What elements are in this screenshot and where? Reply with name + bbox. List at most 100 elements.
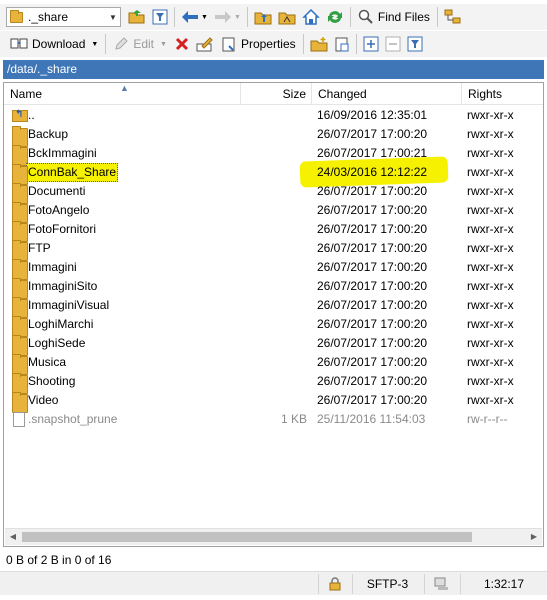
path-combo[interactable]: ._share ▼ xyxy=(6,7,121,27)
forward-icon xyxy=(214,11,231,23)
column-header-size[interactable]: Size xyxy=(241,83,312,105)
selection-summary: 0 B of 2 B in 0 of 16 xyxy=(6,553,112,567)
column-header-changed[interactable]: Changed xyxy=(312,83,462,105)
file-row[interactable]: ImmaginiVisual 26/07/2017 17:00:20 rwxr-xr… xyxy=(4,296,543,318)
file-name: .snapshot_prune xyxy=(28,412,118,426)
file-rights: rwxr-xr-x xyxy=(467,336,514,350)
file-name: Immagini xyxy=(28,260,77,274)
file-row[interactable]: ConnBak_Share 24/03/2016 12:12:22 rwxr-xr-… xyxy=(4,156,543,188)
properties-button[interactable]: Properties xyxy=(217,33,300,55)
file-changed: 26/07/2017 17:00:20 xyxy=(317,355,428,369)
file-row[interactable]: Musica 26/07/2017 17:00:20 rwxr-xr-x xyxy=(4,353,543,375)
file-changed: 26/07/2017 17:00:20 xyxy=(317,222,428,236)
home-directory-button[interactable] xyxy=(299,6,323,28)
refresh-icon xyxy=(327,11,342,23)
root-directory-button[interactable] xyxy=(275,6,299,28)
scrollbar-thumb[interactable] xyxy=(22,532,472,542)
file-changed: 26/07/2017 17:00:20 xyxy=(317,184,428,198)
back-button[interactable]: ▼ xyxy=(178,6,211,28)
file-row[interactable]: Backup 26/07/2017 17:00:20 rwxr-xr-x xyxy=(4,125,543,147)
edit-button[interactable]: Edit ▼ xyxy=(109,33,171,55)
file-row[interactable]: FotoAngelo 26/07/2017 17:00:20 rwxr-xr-x xyxy=(4,201,543,223)
column-header-rights[interactable]: Rights xyxy=(462,83,543,105)
file-changed: 26/07/2017 17:00:20 xyxy=(317,374,428,388)
scroll-right-icon[interactable]: ▶ xyxy=(526,529,542,545)
back-dropdown-icon[interactable]: ▼ xyxy=(201,14,208,21)
file-actions-toolbar: Download ▼ Edit ▼ Properties xyxy=(0,31,547,57)
shortcut-button[interactable] xyxy=(331,33,353,55)
find-files-button[interactable]: Find Files xyxy=(354,6,434,28)
separator xyxy=(246,7,248,27)
file-rights: rwxr-xr-x xyxy=(467,374,514,388)
file-row[interactable]: ↰.. 16/09/2016 12:35:01 rwxr-xr-x xyxy=(4,106,543,125)
select-files-button[interactable] xyxy=(360,33,382,55)
network-icon xyxy=(434,577,448,590)
edit-label: Edit xyxy=(133,37,154,51)
open-directory-button[interactable] xyxy=(125,6,149,28)
back-icon xyxy=(182,11,198,23)
file-changed: 16/09/2016 12:35:01 xyxy=(317,108,428,122)
file-icon xyxy=(13,412,25,427)
download-button[interactable]: Download ▼ xyxy=(6,33,102,55)
file-row[interactable]: FotoFornitori 26/07/2017 17:00:20 rwxr-xr-… xyxy=(4,220,543,242)
file-changed: 26/07/2017 17:00:20 xyxy=(317,393,428,407)
edit-icon xyxy=(115,37,129,50)
root-dir-icon xyxy=(278,12,296,25)
filter-icon xyxy=(407,36,423,52)
column-changed-label: Changed xyxy=(318,87,367,101)
forward-button[interactable]: ▼ xyxy=(211,6,244,28)
file-row[interactable]: Video 26/07/2017 17:00:20 rwxr-xr-x xyxy=(4,391,543,413)
download-label: Download xyxy=(32,37,86,51)
edit-dropdown-icon[interactable]: ▼ xyxy=(160,41,167,48)
file-changed: 24/03/2016 12:12:22 xyxy=(317,165,428,179)
file-name: FotoFornitori xyxy=(28,222,97,236)
download-dropdown-icon[interactable]: ▼ xyxy=(91,41,98,48)
file-name: .. xyxy=(28,108,35,122)
parent-directory-button[interactable] xyxy=(251,6,275,28)
rename-icon xyxy=(196,37,213,52)
tree-toggle-button[interactable] xyxy=(441,6,465,28)
file-rights: rwxr-xr-x xyxy=(467,279,514,293)
file-changed: 26/07/2017 17:00:20 xyxy=(317,279,428,293)
file-name: FotoAngelo xyxy=(28,203,90,217)
column-header-name[interactable]: Name ▲ xyxy=(4,83,241,105)
file-name: Video xyxy=(28,393,59,407)
filter-files-button[interactable] xyxy=(404,33,426,55)
new-folder-button[interactable] xyxy=(307,33,331,55)
file-row[interactable]: .snapshot_prune 1 KB 25/11/2016 11:54:03 rw… xyxy=(4,410,543,429)
forward-dropdown-icon[interactable]: ▼ xyxy=(234,14,241,21)
separator xyxy=(349,7,351,27)
file-list[interactable]: Name ▲ Size Changed Rights ↰.. 16/09/2016… xyxy=(3,82,544,547)
chevron-down-icon[interactable]: ▼ xyxy=(106,13,120,22)
file-row[interactable]: ImmaginiSito 26/07/2017 17:00:20 rwxr-xr-x xyxy=(4,277,543,299)
file-row[interactable]: LoghiSede 26/07/2017 17:00:20 rwxr-xr-x xyxy=(4,334,543,356)
file-rights: rwxr-xr-x xyxy=(467,241,514,255)
file-rights: rwxr-xr-x xyxy=(467,165,514,179)
new-folder-icon xyxy=(310,37,328,52)
separator xyxy=(302,34,304,54)
file-name: Musica xyxy=(28,355,67,369)
filter-button[interactable] xyxy=(149,6,171,28)
file-name: ImmaginiVisual xyxy=(28,298,110,312)
file-row[interactable]: FTP 26/07/2017 17:00:20 rwxr-xr-x xyxy=(4,239,543,261)
properties-label: Properties xyxy=(240,37,296,51)
delete-button[interactable] xyxy=(171,33,193,55)
sort-ascending-icon: ▲ xyxy=(120,83,129,93)
file-row[interactable]: Documenti 26/07/2017 17:00:20 rwxr-xr-x xyxy=(4,182,543,204)
delete-icon xyxy=(175,37,188,51)
file-rights: rwxr-xr-x xyxy=(467,222,514,236)
lock-status xyxy=(318,574,350,594)
column-rights-label: Rights xyxy=(468,87,503,101)
scroll-left-icon[interactable]: ◀ xyxy=(5,529,21,545)
file-row[interactable]: Shooting 26/07/2017 17:00:20 rwxr-xr-x xyxy=(4,372,543,394)
refresh-button[interactable] xyxy=(323,6,347,28)
current-path-bar[interactable]: /data/._share xyxy=(3,60,544,79)
file-row[interactable]: LoghiMarchi 26/07/2017 17:00:20 rwxr-xr-x xyxy=(4,315,543,337)
file-rights: rwxr-xr-x xyxy=(467,393,514,407)
file-row[interactable]: BckImmagini 26/07/2017 17:00:21 rwxr-xr-x xyxy=(4,144,543,166)
file-row[interactable]: Immagini 26/07/2017 17:00:20 rwxr-xr-x xyxy=(4,258,543,280)
protocol-status: SFTP-3 xyxy=(352,574,422,594)
horizontal-scrollbar[interactable]: ◀ ▶ xyxy=(5,528,542,545)
unselect-files-button[interactable] xyxy=(382,33,404,55)
rename-button[interactable] xyxy=(193,33,217,55)
